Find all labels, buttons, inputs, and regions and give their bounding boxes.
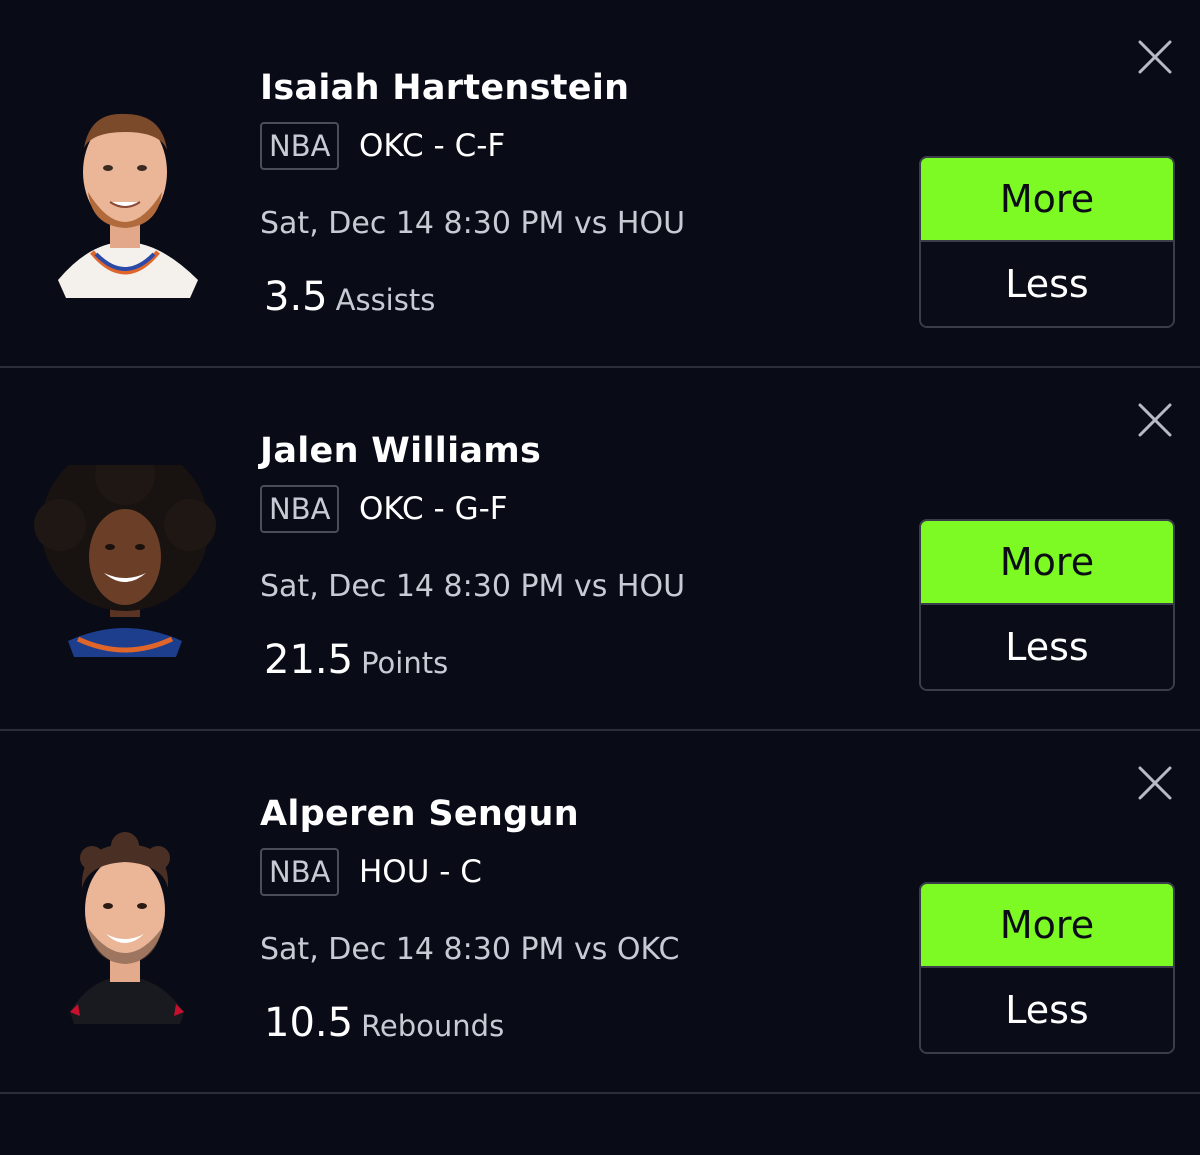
pick-card: Alperen Sengun NBA HOU - C Sat, Dec 14 8… (0, 732, 1200, 1094)
team-position: HOU - C (359, 854, 482, 890)
less-button[interactable]: Less (921, 605, 1173, 689)
projection-line: 3.5 Assists (264, 274, 435, 320)
line-value: 10.5 (264, 1000, 354, 1046)
projection-line: 10.5 Rebounds (264, 1000, 504, 1046)
pick-card: Isaiah Hartenstein NBA OKC - C-F Sat, De… (0, 6, 1200, 368)
game-info: Sat, Dec 14 8:30 PM vs HOU (260, 569, 686, 604)
league-badge: NBA (260, 848, 340, 896)
less-button[interactable]: Less (921, 968, 1173, 1052)
more-button[interactable]: More (921, 884, 1173, 968)
player-name: Alperen Sengun (260, 794, 579, 834)
league-badge: NBA (260, 485, 340, 533)
less-button[interactable]: Less (921, 242, 1173, 326)
pick-card: Jalen Williams NBA OKC - G-F Sat, Dec 14… (0, 369, 1200, 731)
game-info: Sat, Dec 14 8:30 PM vs OKC (260, 932, 680, 967)
stat-type: Assists (335, 283, 436, 317)
stat-type: Points (361, 646, 449, 680)
pick-toggle: More Less (919, 882, 1175, 1054)
card-divider (0, 366, 1200, 368)
team-position: OKC - C-F (359, 128, 506, 164)
player-headshot (34, 465, 216, 657)
team-position: OKC - G-F (359, 491, 508, 527)
pick-list: Isaiah Hartenstein NBA OKC - C-F Sat, De… (0, 0, 1200, 1155)
card-divider (0, 1092, 1200, 1094)
pick-toggle: More Less (919, 519, 1175, 691)
close-icon[interactable] (1136, 401, 1174, 439)
game-info: Sat, Dec 14 8:30 PM vs HOU (260, 206, 686, 241)
close-icon[interactable] (1136, 38, 1174, 76)
stat-type: Rebounds (361, 1009, 505, 1043)
player-name: Jalen Williams (260, 431, 542, 471)
more-button[interactable]: More (921, 521, 1173, 605)
player-headshot (58, 113, 198, 298)
league-badge: NBA (260, 122, 340, 170)
more-button[interactable]: More (921, 158, 1173, 242)
line-value: 21.5 (264, 637, 354, 683)
close-icon[interactable] (1136, 764, 1174, 802)
projection-line: 21.5 Points (264, 637, 448, 683)
player-name: Isaiah Hartenstein (260, 68, 630, 108)
card-divider (0, 729, 1200, 731)
player-headshot (70, 832, 184, 1024)
line-value: 3.5 (264, 274, 328, 320)
pick-toggle: More Less (919, 156, 1175, 328)
